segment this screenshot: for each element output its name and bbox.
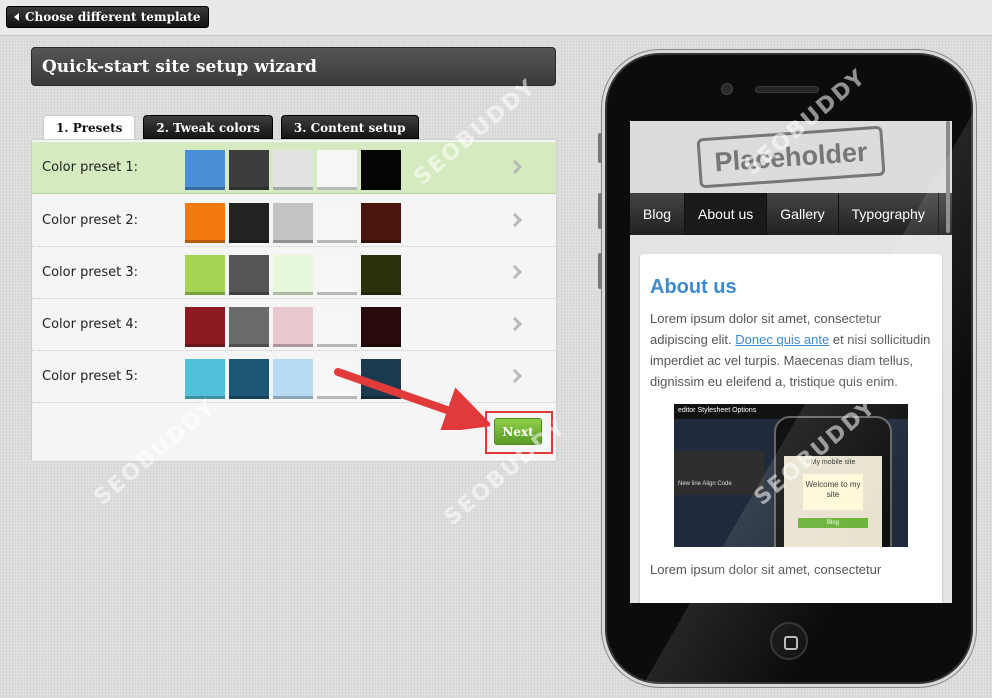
color-swatch [273,255,313,295]
mobile-logo: Placeholder [696,125,886,189]
color-swatch [273,359,313,399]
color-swatch [229,359,269,399]
preset-label: Color preset 4: [42,317,139,332]
phone-side-button [598,133,602,163]
preset-swatches [185,307,401,347]
nav-item-typography[interactable]: Typography [839,193,939,235]
wizard-tabs: 1. Presets 2. Tweak colors 3. Content se… [43,115,419,140]
nav-item-gallery[interactable]: Gallery [767,193,839,235]
tab-presets[interactable]: 1. Presets [43,115,136,140]
color-swatch [317,255,357,295]
image-mini-title: My mobile site [810,459,856,466]
color-swatch [185,150,225,190]
choose-different-template-button[interactable]: Choose different template [6,6,210,28]
phone-side-button [598,193,602,229]
home-button[interactable] [770,622,808,660]
preset-label: Color preset 1: [42,160,139,175]
chevron-right-icon [507,159,523,175]
preset-swatches [185,150,401,190]
next-button[interactable]: Next [494,418,542,445]
phone-preview: Placeholder Blog About us Gallery Typogr… [598,50,976,687]
image-editor-pane: New line Align Code [674,451,764,495]
phone-side-button [598,253,602,289]
top-bar: Choose different template [0,0,992,36]
color-swatch [361,255,401,295]
color-swatch [185,359,225,399]
tab-content-setup[interactable]: 3. Content setup [280,115,419,139]
chevron-right-icon [507,264,523,280]
color-swatch [317,307,357,347]
preset-row-4[interactable]: Color preset 4: [32,299,556,351]
phone-screen[interactable]: Placeholder Blog About us Gallery Typogr… [630,121,952,603]
color-swatch [361,307,401,347]
chevron-right-icon [507,212,523,228]
color-swatch [229,203,269,243]
color-swatch [273,203,313,243]
tab-tweak-colors[interactable]: 2. Tweak colors [143,115,273,139]
color-swatch [185,255,225,295]
camera-icon [721,83,733,95]
back-button-label: Choose different template [25,10,201,24]
mobile-scrollbar[interactable] [946,121,950,233]
color-swatch [317,150,357,190]
mobile-heading: About us [650,276,737,298]
color-swatch [185,203,225,243]
preset-label: Color preset 3: [42,265,139,280]
color-swatch [361,150,401,190]
preset-swatches [185,255,401,295]
preset-label: Color preset 5: [42,369,139,384]
mobile-nav: Blog About us Gallery Typography [630,193,952,235]
color-swatch [361,203,401,243]
wizard-title: Quick-start site setup wizard [31,47,556,86]
image-pane-text: New line Align Code [678,481,732,487]
preset-row-2[interactable]: Color preset 2: [32,195,556,247]
back-arrow-icon [14,13,19,21]
color-swatch [273,307,313,347]
nav-item-about-us[interactable]: About us [685,193,768,235]
preset-row-3[interactable]: Color preset 3: [32,247,556,299]
chevron-right-icon [507,316,523,332]
color-swatch [317,203,357,243]
mobile-content-card: About us Lorem ipsum dolor sit amet, con… [640,254,942,603]
mobile-link[interactable]: Donec quis ante [735,332,829,347]
image-mini-note: Welcome to my site [803,474,863,510]
mobile-screenshot-image: editor Stylesheet Options New line Align… [674,404,908,547]
color-swatch [229,307,269,347]
image-mini-screen: My mobile site Welcome to my site Blog [784,456,882,547]
color-swatch [185,307,225,347]
red-arrow-annotation [334,368,490,430]
preset-row-1[interactable]: Color preset 1: [32,142,556,194]
image-mini-button: Blog [798,518,868,528]
mobile-paragraph: Lorem ipsum dolor sit amet, consectetur … [650,308,932,392]
speaker-grille [755,86,819,93]
mobile-paragraph-tail: Lorem ipsum dolor sit amet, consectetur [650,562,882,577]
image-mini-phone: My mobile site Welcome to my site Blog [774,416,892,547]
preset-swatches [185,203,401,243]
color-swatch [273,150,313,190]
nav-item-blog[interactable]: Blog [630,193,686,235]
color-swatch [229,150,269,190]
preset-label: Color preset 2: [42,213,139,228]
color-swatch [229,255,269,295]
chevron-right-icon [507,368,523,384]
mobile-header: Placeholder [630,121,952,193]
